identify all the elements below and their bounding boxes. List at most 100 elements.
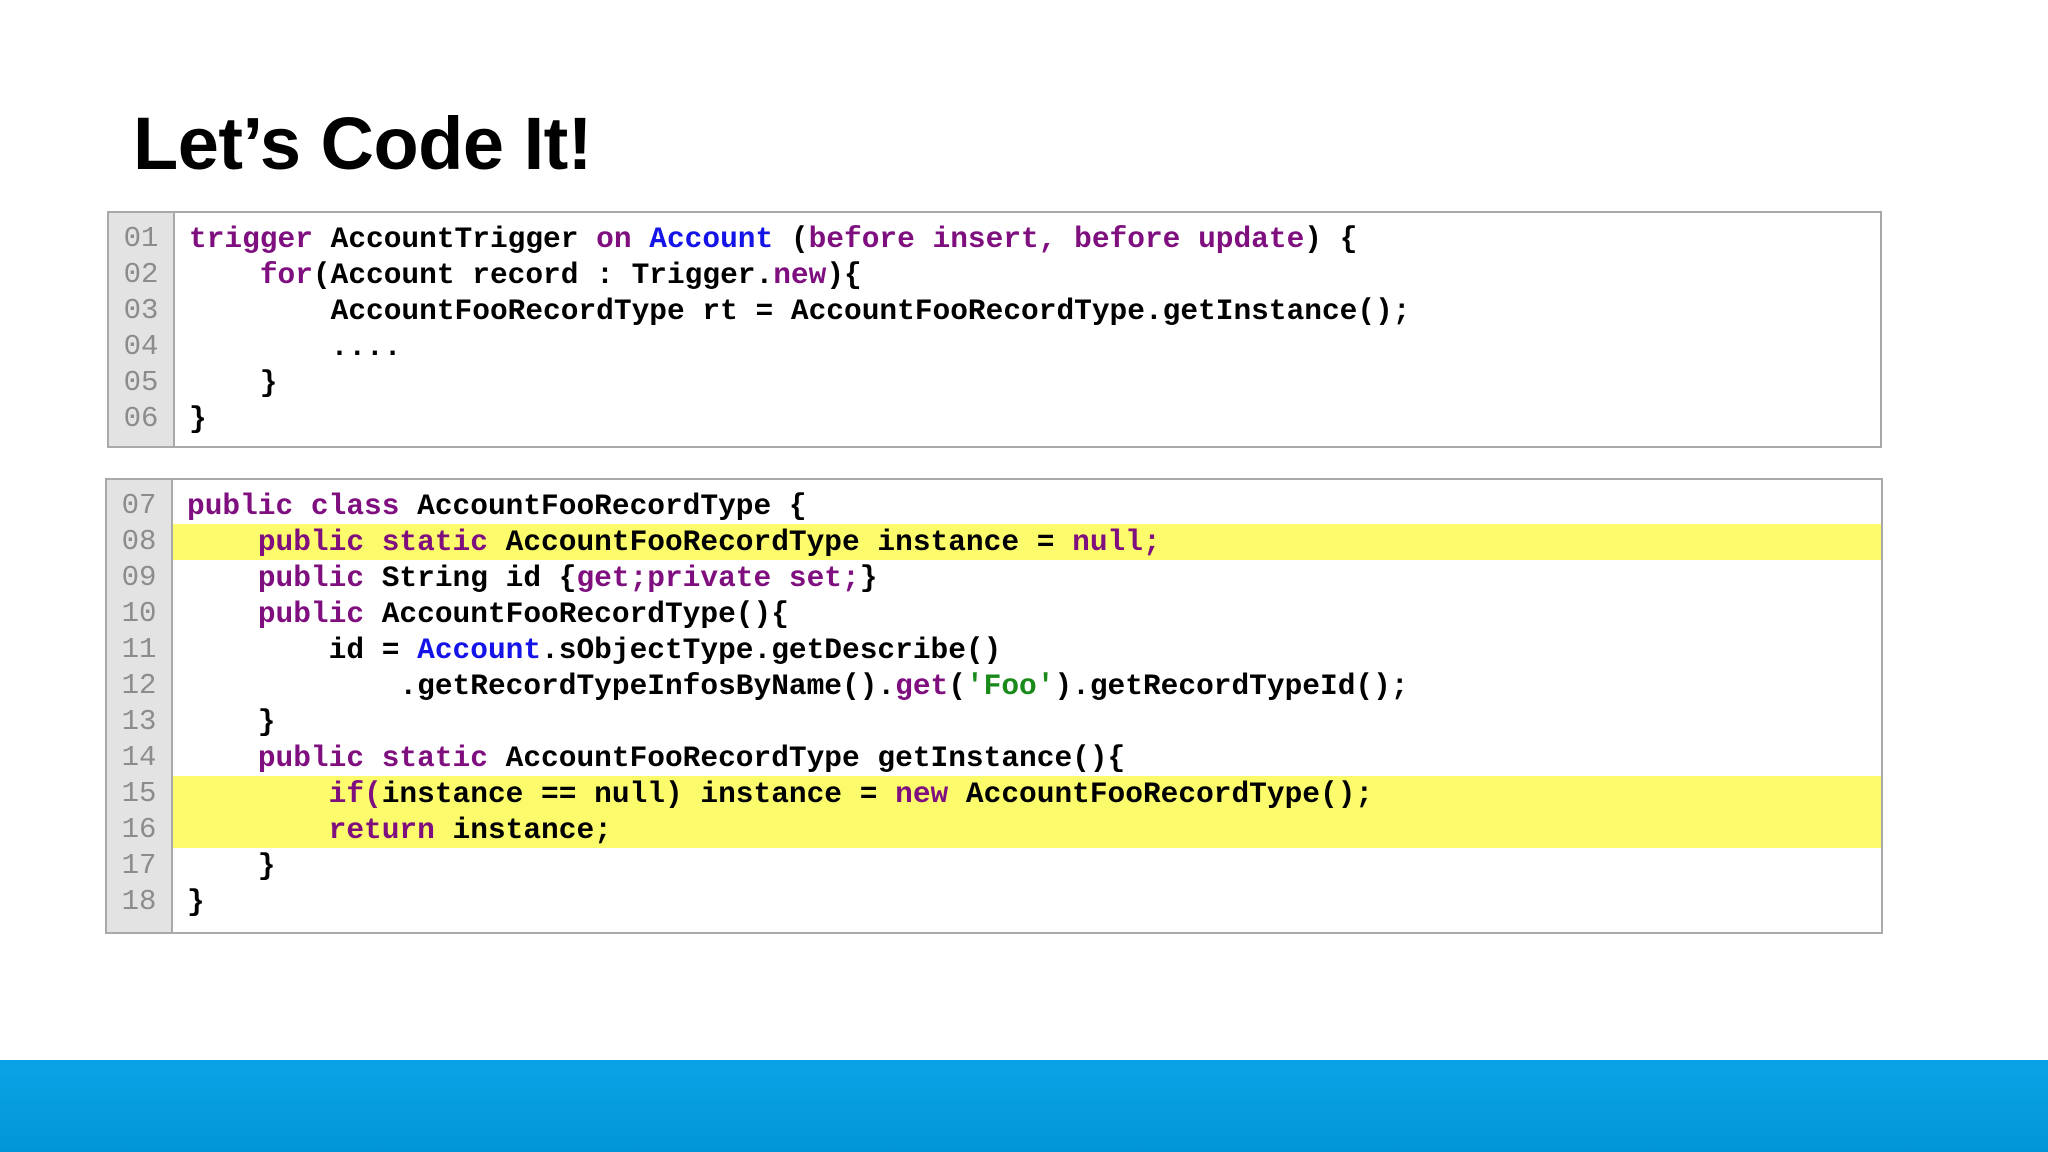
code-token: ).getRecordTypeId(); (1054, 669, 1409, 703)
code-token: public class (187, 489, 400, 523)
code-line: 01 trigger AccountTrigger on Account (bef… (109, 221, 1880, 257)
code-lines: 07 public class AccountFooRecordType {08 … (107, 488, 1881, 920)
code-token: .getRecordTypeInfosByName(). (187, 669, 896, 703)
code-line: 11 id = Account.sObjectType.getDescribe(… (107, 632, 1881, 668)
code-token: AccountFooRecordType { (399, 489, 807, 523)
code-text: } (187, 848, 276, 884)
code-text: public static AccountFooRecordType insta… (187, 524, 1161, 560)
code-text: } (187, 884, 205, 920)
code-line: 02 for(Account record : Trigger.new){ (109, 257, 1880, 293)
code-token: return (328, 813, 435, 847)
code-token: } (859, 561, 878, 595)
highlighted-code-line: 08 public static AccountFooRecordType in… (107, 524, 1881, 560)
code-text: public static AccountFooRecordType getIn… (187, 740, 1125, 776)
line-number: 16 (121, 813, 157, 846)
line-number: 09 (121, 561, 157, 594)
code-line: 13 } (107, 704, 1881, 740)
code-line: 09 public String id {get;private set;} (107, 560, 1881, 596)
code-token: ( (948, 669, 966, 703)
code-line: 17 } (107, 848, 1881, 884)
code-token: public (257, 561, 365, 595)
code-token: } (189, 402, 207, 436)
code-token: new (895, 777, 949, 811)
line-number: 10 (121, 597, 157, 630)
code-token: AccountTrigger (312, 222, 597, 256)
code-text: if(instance == null) instance = new Acco… (187, 776, 1373, 812)
code-line: 04 .... (109, 329, 1880, 365)
code-text: .... (189, 329, 402, 365)
code-token: public static (257, 525, 488, 559)
line-number: 15 (121, 777, 157, 810)
code-token: AccountFooRecordType instance = (487, 525, 1073, 559)
code-token: AccountFooRecordType(); (948, 777, 1374, 811)
line-number: 05 (123, 366, 159, 399)
code-text: public class AccountFooRecordType { (187, 488, 807, 524)
code-text: id = Account.sObjectType.getDescribe() (187, 632, 1002, 668)
code-token: ) { (1304, 222, 1358, 256)
line-number: 01 (123, 222, 159, 255)
line-number: 08 (121, 525, 157, 558)
code-line: 14 public static AccountFooRecordType ge… (107, 740, 1881, 776)
code-token: String id { (364, 561, 577, 595)
line-number: 03 (123, 294, 159, 327)
code-token: Account (417, 633, 542, 667)
code-token: .... (189, 330, 402, 364)
code-text: public AccountFooRecordType(){ (187, 596, 789, 632)
code-text: trigger AccountTrigger on Account (befor… (189, 221, 1357, 257)
code-token: id = (187, 633, 418, 667)
code-line: 03 AccountFooRecordType rt = AccountFooR… (109, 293, 1880, 329)
code-line: 06} (109, 401, 1880, 437)
code-token: if( (328, 777, 382, 811)
code-token: } (187, 849, 276, 883)
line-number: 12 (121, 669, 157, 702)
code-token: get;private set; (576, 561, 860, 595)
code-block-trigger: 01 trigger AccountTrigger on Account (bef… (107, 211, 1882, 448)
slide-title: Let’s Code It! (133, 102, 592, 185)
code-token: 'Foo' (965, 669, 1055, 703)
line-number: 04 (123, 330, 159, 363)
code-text: } (189, 401, 207, 437)
code-text: } (187, 704, 276, 740)
code-token: ( (773, 222, 809, 256)
line-number: 06 (123, 402, 159, 435)
code-token: instance == null) instance = (381, 777, 896, 811)
code-text: return instance; (187, 812, 612, 848)
code-token: AccountFooRecordType(){ (364, 597, 789, 631)
code-token: before insert, before update (808, 222, 1305, 256)
code-token: } (187, 705, 276, 739)
line-number: 02 (123, 258, 159, 291)
code-token: new (773, 258, 827, 292)
footer-bar (0, 1060, 2048, 1152)
code-token: } (187, 885, 205, 919)
code-token: public (257, 597, 365, 631)
line-number: 18 (121, 885, 157, 918)
code-line: 18} (107, 884, 1881, 920)
line-number: 14 (121, 741, 157, 774)
code-text: .getRecordTypeInfosByName().get('Foo').g… (187, 668, 1409, 704)
code-token: instance; (434, 813, 612, 847)
code-text: AccountFooRecordType rt = AccountFooReco… (189, 293, 1411, 329)
code-line: 05 } (109, 365, 1880, 401)
code-block-class: 07 public class AccountFooRecordType {08 … (105, 478, 1883, 934)
line-number: 13 (121, 705, 157, 738)
code-line: 12 .getRecordTypeInfosByName().get('Foo'… (107, 668, 1881, 704)
code-token: (Account record : Trigger. (312, 258, 774, 292)
code-text: public String id {get;private set;} (187, 560, 878, 596)
code-token: get (895, 669, 949, 703)
highlighted-code-line: 16 return instance; (107, 812, 1881, 848)
code-line: 10 public AccountFooRecordType(){ (107, 596, 1881, 632)
code-token: } (189, 366, 278, 400)
code-token: null; (1072, 525, 1161, 559)
slide: Let’s Code It! 01 trigger AccountTrigger … (0, 0, 2048, 1152)
line-number: 17 (121, 849, 157, 882)
code-token: on (596, 222, 632, 256)
code-token: public static (257, 741, 488, 775)
